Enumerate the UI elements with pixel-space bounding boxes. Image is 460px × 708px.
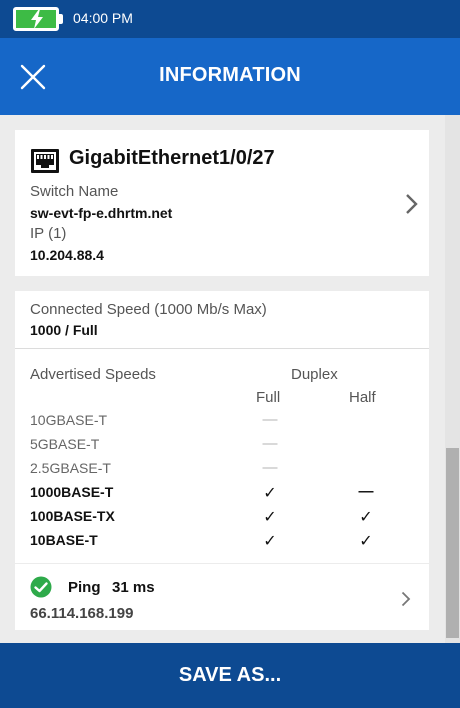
speed-name: 5GBASE-T: [30, 436, 100, 452]
check-circle-icon: [30, 576, 52, 598]
divider: [15, 348, 429, 349]
ping-time: 31 ms: [112, 579, 155, 596]
charging-bolt-icon: [31, 9, 43, 29]
save-as-button[interactable]: SAVE AS...: [0, 643, 460, 708]
app-bar: INFORMATION: [0, 38, 460, 115]
speed-card: Connected Speed (1000 Mb/s Max) 1000 / F…: [15, 291, 429, 563]
full-duplex-dash: —: [262, 411, 278, 428]
full-column-label: Full: [256, 389, 281, 406]
duplex-label: Duplex: [291, 366, 338, 383]
connected-speed-value: 1000 / Full: [30, 322, 98, 338]
ping-label: Ping: [68, 579, 101, 596]
page-title: INFORMATION: [159, 64, 301, 86]
switch-name-label: Switch Name: [30, 183, 119, 200]
port-card[interactable]: GigabitEthernet1/0/27 Switch Name sw-evt…: [15, 130, 429, 276]
switch-name-value: sw-evt-fp-e.dhrtm.net: [30, 205, 173, 221]
battery-icon: [13, 7, 59, 31]
chevron-right-icon: [401, 591, 411, 607]
ip-value: 10.204.88.4: [30, 247, 104, 263]
half-duplex-check-icon: ✓: [359, 533, 373, 550]
full-duplex-dash: —: [262, 459, 278, 476]
full-duplex-dash: —: [262, 435, 278, 452]
ping-card[interactable]: Ping 31 ms 66.114.168.199: [15, 564, 429, 630]
status-time: 04:00 PM: [73, 10, 133, 26]
full-duplex-check-icon: ✓: [263, 485, 277, 502]
half-duplex-check-icon: ✓: [359, 509, 373, 526]
save-as-label: SAVE AS...: [178, 664, 282, 686]
speed-name: 100BASE-TX: [30, 508, 115, 524]
scroll-content[interactable]: GigabitEthernet1/0/27 Switch Name sw-evt…: [0, 115, 445, 643]
ethernet-port-icon: [31, 149, 59, 173]
status-bar: 04:00 PM: [0, 0, 460, 38]
port-name: GigabitEthernet1/0/27: [69, 147, 275, 169]
ping-address: 66.114.168.199: [30, 605, 134, 622]
full-duplex-check-icon: ✓: [263, 509, 277, 526]
advertised-speeds-label: Advertised Speeds: [30, 366, 156, 383]
full-duplex-check-icon: ✓: [263, 533, 277, 550]
battery-tip: [59, 14, 63, 24]
speed-name: 1000BASE-T: [30, 484, 114, 500]
speed-name: 2.5GBASE-T: [30, 460, 111, 476]
speed-name: 10GBASE-T: [30, 412, 108, 428]
ip-label: IP (1): [30, 225, 67, 242]
speed-name: 10BASE-T: [30, 532, 98, 548]
half-column-label: Half: [349, 389, 376, 406]
scrollbar-thumb[interactable]: [446, 448, 459, 638]
connected-speed-label: Connected Speed (1000 Mb/s Max): [30, 301, 267, 318]
half-duplex-dash: —: [358, 483, 374, 500]
chevron-right-icon: [406, 194, 418, 214]
